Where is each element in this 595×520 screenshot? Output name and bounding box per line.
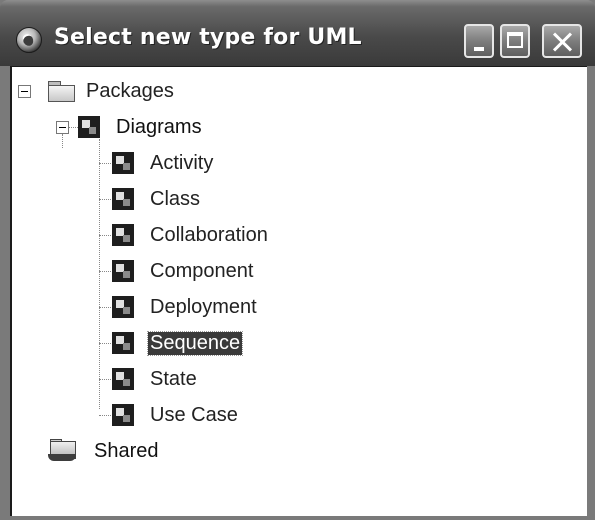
tree-node-use-case[interactable]: Use Case [112, 399, 240, 431]
diagram-icon [78, 116, 100, 138]
diagram-icon [112, 152, 134, 174]
tree-node-deployment[interactable]: Deployment [112, 291, 259, 323]
tree-node-state[interactable]: State [112, 363, 199, 395]
tree-connector [99, 163, 111, 164]
tree-node-shared[interactable]: Shared [48, 435, 161, 467]
minimize-icon [474, 47, 484, 51]
tree-view[interactable]: Packages Diagrams Activity Class Collabora… [10, 66, 587, 516]
tree-connector [62, 134, 63, 148]
tree-connector [99, 235, 111, 236]
diagram-icon [112, 368, 134, 390]
tree-node-label: State [150, 367, 197, 390]
diagram-icon [112, 224, 134, 246]
tree-node-label: Diagrams [116, 115, 202, 138]
tree-connector [99, 307, 111, 308]
dialog-window: Select new type for UML Packages Diagram… [0, 0, 595, 520]
diagram-icon [112, 332, 134, 354]
tree-node-label: Deployment [150, 295, 257, 318]
tree-connector [99, 271, 111, 272]
folder-icon [48, 81, 75, 102]
diagram-icon [112, 404, 134, 426]
title-bar[interactable]: Select new type for UML [0, 0, 595, 66]
diagrams-expander[interactable] [56, 121, 69, 134]
maximize-button[interactable] [500, 24, 530, 58]
tree-node-activity[interactable]: Activity [112, 147, 215, 179]
close-button[interactable] [542, 24, 582, 58]
tree-node-packages[interactable]: Packages [48, 75, 176, 107]
tree-connector [69, 127, 78, 128]
tree-node-label: Use Case [150, 403, 238, 426]
maximize-icon [507, 32, 523, 48]
diagram-icon [112, 188, 134, 210]
tree-node-class[interactable]: Class [112, 183, 202, 215]
close-icon [544, 26, 580, 56]
shared-folder-icon [48, 439, 78, 463]
tree-node-label: Class [150, 187, 201, 210]
tree-node-sequence[interactable]: Sequence [112, 327, 244, 359]
tree-connector [99, 139, 100, 409]
diagram-icon [112, 296, 134, 318]
tree-node-label: Component [150, 259, 254, 282]
tree-node-diagrams[interactable]: Diagrams [78, 111, 204, 143]
window-title: Select new type for UML [54, 25, 362, 50]
tree-node-label: Packages [86, 79, 174, 102]
tree-connector [99, 415, 111, 416]
tree-connector [99, 343, 111, 344]
packages-expander[interactable] [18, 85, 31, 98]
tree-node-label: Shared [94, 439, 159, 462]
minimize-button[interactable] [464, 24, 494, 58]
tree-node-label: Activity [150, 151, 214, 174]
diagram-icon [112, 260, 134, 282]
tree-node-label: Collaboration [150, 223, 268, 246]
tree-node-collaboration[interactable]: Collaboration [112, 219, 270, 251]
app-icon[interactable] [16, 27, 42, 53]
tree-connector [99, 199, 111, 200]
tree-connector [99, 379, 111, 380]
tree-node-label: Sequence [146, 330, 244, 356]
tree-node-component[interactable]: Component [112, 255, 255, 287]
